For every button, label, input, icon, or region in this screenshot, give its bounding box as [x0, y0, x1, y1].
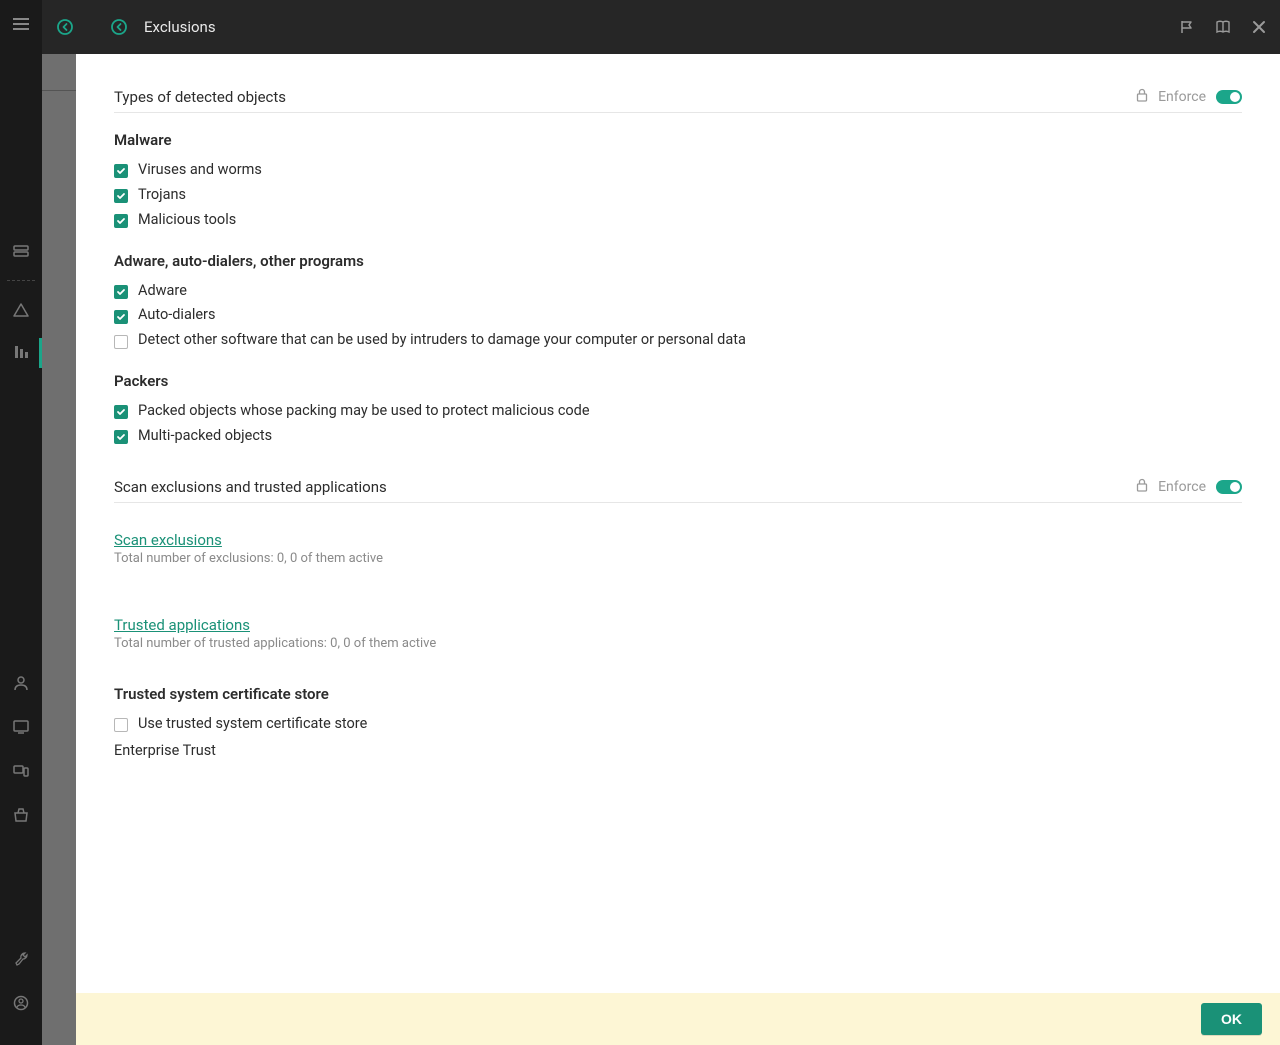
book-icon[interactable] — [1214, 18, 1232, 36]
divider — [7, 280, 35, 281]
main-panel: Types of detected objects Enforce Malwar… — [76, 54, 1280, 1045]
section-title: Types of detected objects — [114, 88, 286, 106]
panel-footer: OK — [76, 993, 1280, 1045]
flag-icon[interactable] — [1178, 18, 1196, 36]
panel-header: Exclusions — [42, 0, 1280, 54]
check-label: Malicious tools — [138, 211, 236, 230]
enforce-group: Enforce — [1136, 478, 1242, 496]
panel-title: Exclusions — [144, 18, 216, 36]
trusted-apps-subtext: Total number of trusted applications: 0,… — [114, 636, 1242, 651]
check-row: Adware — [114, 282, 1242, 301]
check-label: Detect other software that can be used b… — [138, 331, 746, 350]
check-label: Auto-dialers — [138, 306, 215, 325]
scan-exclusions-link[interactable]: Scan exclusions — [114, 531, 222, 549]
check-label: Trojans — [138, 186, 186, 205]
scan-exclusions-subtext: Total number of exclusions: 0, 0 of them… — [114, 551, 1242, 566]
trusted-apps-block: Trusted applications Total number of tru… — [114, 606, 1242, 651]
check-row: Multi-packed objects — [114, 427, 1242, 446]
check-label: Multi-packed objects — [138, 427, 272, 446]
check-row: Viruses and worms — [114, 161, 1242, 180]
check-row: Detect other software that can be used b… — [114, 331, 1242, 350]
enforce-label: Enforce — [1158, 89, 1206, 105]
group-title-cert-store: Trusted system certificate store — [114, 685, 1242, 703]
section-title: Scan exclusions and trusted applications — [114, 478, 387, 496]
checkbox-malicious-tools[interactable] — [114, 214, 128, 228]
group-title-packers: Packers — [114, 372, 1242, 390]
check-label: Adware — [138, 282, 187, 301]
checkbox-use-cert-store[interactable] — [114, 718, 128, 732]
enforce-group: Enforce — [1136, 88, 1242, 106]
panel-icon[interactable] — [12, 242, 30, 260]
panel-body: Types of detected objects Enforce Malwar… — [76, 54, 1280, 993]
back-icon-narrow[interactable] — [54, 16, 76, 38]
check-row: Use trusted system certificate store — [114, 715, 1242, 734]
checkbox-auto-dialers[interactable] — [114, 310, 128, 324]
check-row: Trojans — [114, 186, 1242, 205]
enforce-toggle[interactable] — [1216, 480, 1242, 494]
columns-icon[interactable] — [12, 343, 30, 361]
lock-icon — [1136, 478, 1148, 496]
trusted-apps-link[interactable]: Trusted applications — [114, 616, 250, 634]
cert-store-value: Enterprise Trust — [114, 742, 1242, 759]
devices-icon[interactable] — [12, 762, 30, 780]
check-row: Auto-dialers — [114, 306, 1242, 325]
check-label: Use trusted system certificate store — [138, 715, 367, 734]
close-icon[interactable] — [1250, 18, 1268, 36]
lock-icon — [1136, 88, 1148, 106]
warning-icon[interactable] — [12, 301, 30, 319]
checkbox-adware[interactable] — [114, 285, 128, 299]
menu-icon[interactable] — [13, 18, 29, 30]
basket-icon[interactable] — [12, 806, 30, 824]
back-icon[interactable] — [108, 16, 130, 38]
header-actions — [1178, 18, 1268, 36]
checkbox-viruses[interactable] — [114, 164, 128, 178]
checkbox-packed-objects[interactable] — [114, 405, 128, 419]
check-row: Malicious tools — [114, 211, 1242, 230]
wrench-icon[interactable] — [12, 950, 30, 968]
user-icon[interactable] — [12, 674, 30, 692]
account-icon[interactable] — [12, 994, 30, 1012]
check-label: Packed objects whose packing may be used… — [138, 402, 590, 421]
section-head-types: Types of detected objects Enforce — [114, 88, 1242, 113]
underlay-column — [42, 0, 76, 1045]
checkbox-trojans[interactable] — [114, 189, 128, 203]
check-label: Viruses and worms — [138, 161, 262, 180]
group-title-malware: Malware — [114, 131, 1242, 149]
check-row: Packed objects whose packing may be used… — [114, 402, 1242, 421]
group-title-adware: Adware, auto-dialers, other programs — [114, 252, 1242, 270]
checkbox-multi-packed[interactable] — [114, 430, 128, 444]
ok-button[interactable]: OK — [1201, 1003, 1262, 1035]
checkbox-other-software[interactable] — [114, 335, 128, 349]
monitor-icon[interactable] — [12, 718, 30, 736]
app-sidebar — [0, 0, 42, 1045]
enforce-toggle[interactable] — [1216, 90, 1242, 104]
sidebar-bottom — [12, 661, 30, 1045]
scan-exclusions-block: Scan exclusions Total number of exclusio… — [114, 521, 1242, 566]
section-head-scan-trusted: Scan exclusions and trusted applications… — [114, 478, 1242, 503]
enforce-label: Enforce — [1158, 479, 1206, 495]
